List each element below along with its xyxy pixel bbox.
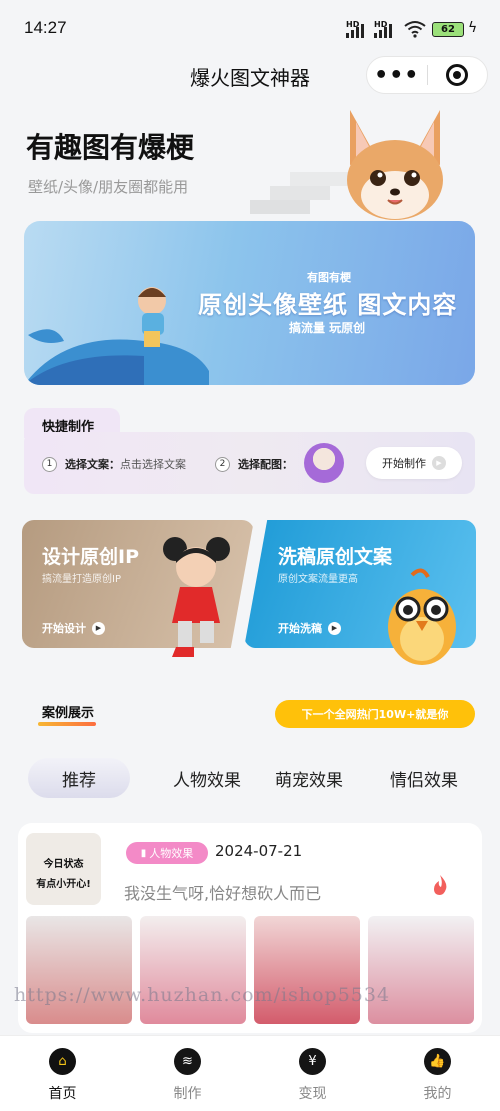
step-select-copy[interactable]: 1 选择文案： 点击选择文案 — [42, 456, 186, 472]
thumb-text: 有点小开心! — [36, 879, 91, 890]
girl-character-illustration — [163, 537, 230, 657]
grandma-image[interactable] — [368, 916, 474, 1024]
cases-title-underline — [38, 722, 96, 726]
grandma-image[interactable] — [254, 916, 360, 1024]
banner-title: 原创头像壁纸 图文内容 — [198, 291, 458, 319]
charging-icon: ϟ — [468, 20, 478, 36]
mini-program-capsule: ••• — [366, 56, 488, 94]
tab-label: 我的 — [423, 1086, 452, 1102]
status-bar: 14:27 HD HD 62 ϟ — [0, 0, 500, 60]
thumbs-up-icon: 👍 — [424, 1048, 451, 1075]
play-icon: ▶ — [432, 456, 446, 470]
case-thumbnail[interactable]: 今日状态 有点小开心! — [26, 833, 101, 905]
hot-10w-button[interactable]: 下一个全网热门10W+就是你 — [275, 700, 475, 728]
wifi-icon — [404, 21, 426, 38]
signal-icon: HD — [346, 20, 370, 38]
hero-subtitle: 壁纸/头像/朋友圈都能用 — [28, 178, 189, 196]
tab-mine[interactable]: 👍 我的 — [375, 1036, 500, 1111]
tab-make[interactable]: ≋ 制作 — [125, 1036, 250, 1111]
chick-character-illustration — [388, 568, 456, 665]
play-icon: ▶ — [92, 621, 105, 635]
tab-label: 变现 — [298, 1086, 327, 1102]
home-icon: ⌂ — [49, 1048, 76, 1075]
tab-label: 制作 — [173, 1086, 202, 1102]
card-button-label: 开始设计 — [42, 622, 86, 635]
layers-icon: ≋ — [174, 1048, 201, 1075]
tab-recommend[interactable]: 推荐 — [28, 758, 130, 798]
watermark-text: https://www.huzhan.com/ishop5534 — [14, 984, 391, 1006]
step-number: 1 — [42, 456, 57, 472]
bottom-tab-bar: ⌂ 首页 ≋ 制作 ¥ 变现 👍 我的 — [0, 1035, 500, 1111]
signal-icon: HD — [374, 20, 398, 38]
case-description: 我没生气呀,恰好想砍人而已 — [124, 884, 322, 903]
close-icon[interactable] — [427, 64, 487, 86]
category-tag: ▮ 人物效果 — [126, 842, 208, 864]
thumb-text: 今日状态 — [43, 859, 84, 870]
bar-chart-icon: ▮ — [140, 847, 147, 859]
step-number: 2 — [215, 456, 230, 472]
status-time: 14:27 — [24, 18, 67, 37]
card-subtitle: 搞流量打造原创IP — [42, 574, 121, 585]
step-hint: 点击选择文案 — [120, 458, 186, 471]
start-make-button[interactable]: 开始制作 ▶ — [366, 447, 462, 479]
cases-title: 案例展示 — [42, 706, 95, 721]
grandma-image[interactable] — [140, 916, 246, 1024]
card-subtitle: 原创文案流量更高 — [278, 574, 358, 585]
fox-mascot-illustration — [347, 110, 443, 220]
flame-icon[interactable] — [430, 874, 450, 896]
step-label: 选择文案： — [65, 458, 120, 471]
hero-title: 有趣图有爆梗 — [26, 131, 195, 164]
banner-subtitle: 搞流量 玩原创 — [289, 321, 366, 335]
tab-couple-effect[interactable]: 情侣效果 — [374, 758, 474, 798]
category-tabs: 推荐 人物效果 萌宠效果 情侣效果 — [0, 758, 500, 798]
selected-image-avatar[interactable] — [304, 443, 344, 483]
step-label: 选择配图： — [238, 458, 293, 471]
tab-label: 首页 — [48, 1086, 77, 1102]
money-icon: ¥ — [299, 1048, 326, 1075]
tag-label: 人物效果 — [149, 847, 194, 860]
start-rewrite-button[interactable]: 开始洗稿 ▶ — [278, 620, 341, 636]
case-date: 2024-07-21 — [215, 842, 303, 860]
more-icon[interactable]: ••• — [367, 63, 427, 88]
start-design-button[interactable]: 开始设计 ▶ — [42, 620, 105, 636]
promo-banner[interactable]: 有图有梗 原创头像壁纸 图文内容 搞流量 玩原创 — [24, 221, 475, 385]
whale-illustration — [24, 287, 209, 385]
card-button-label: 开始洗稿 — [278, 622, 322, 635]
card-title: 设计原创IP — [42, 546, 139, 568]
case-image-row — [26, 916, 474, 1024]
tab-home[interactable]: ⌂ 首页 — [0, 1036, 125, 1111]
tab-people-effect[interactable]: 人物效果 — [145, 758, 269, 798]
grandma-image[interactable] — [26, 916, 132, 1024]
step-select-image[interactable]: 2 选择配图： — [215, 456, 293, 472]
start-make-label: 开始制作 — [382, 457, 426, 470]
play-icon: ▶ — [328, 621, 341, 635]
tab-pet-effect[interactable]: 萌宠效果 — [262, 758, 356, 798]
card-title: 洗稿原创文案 — [278, 546, 393, 568]
tab-monetize[interactable]: ¥ 变现 — [250, 1036, 375, 1111]
banner-small-text: 有图有梗 — [307, 271, 351, 284]
battery-icon: 62 — [432, 22, 464, 37]
